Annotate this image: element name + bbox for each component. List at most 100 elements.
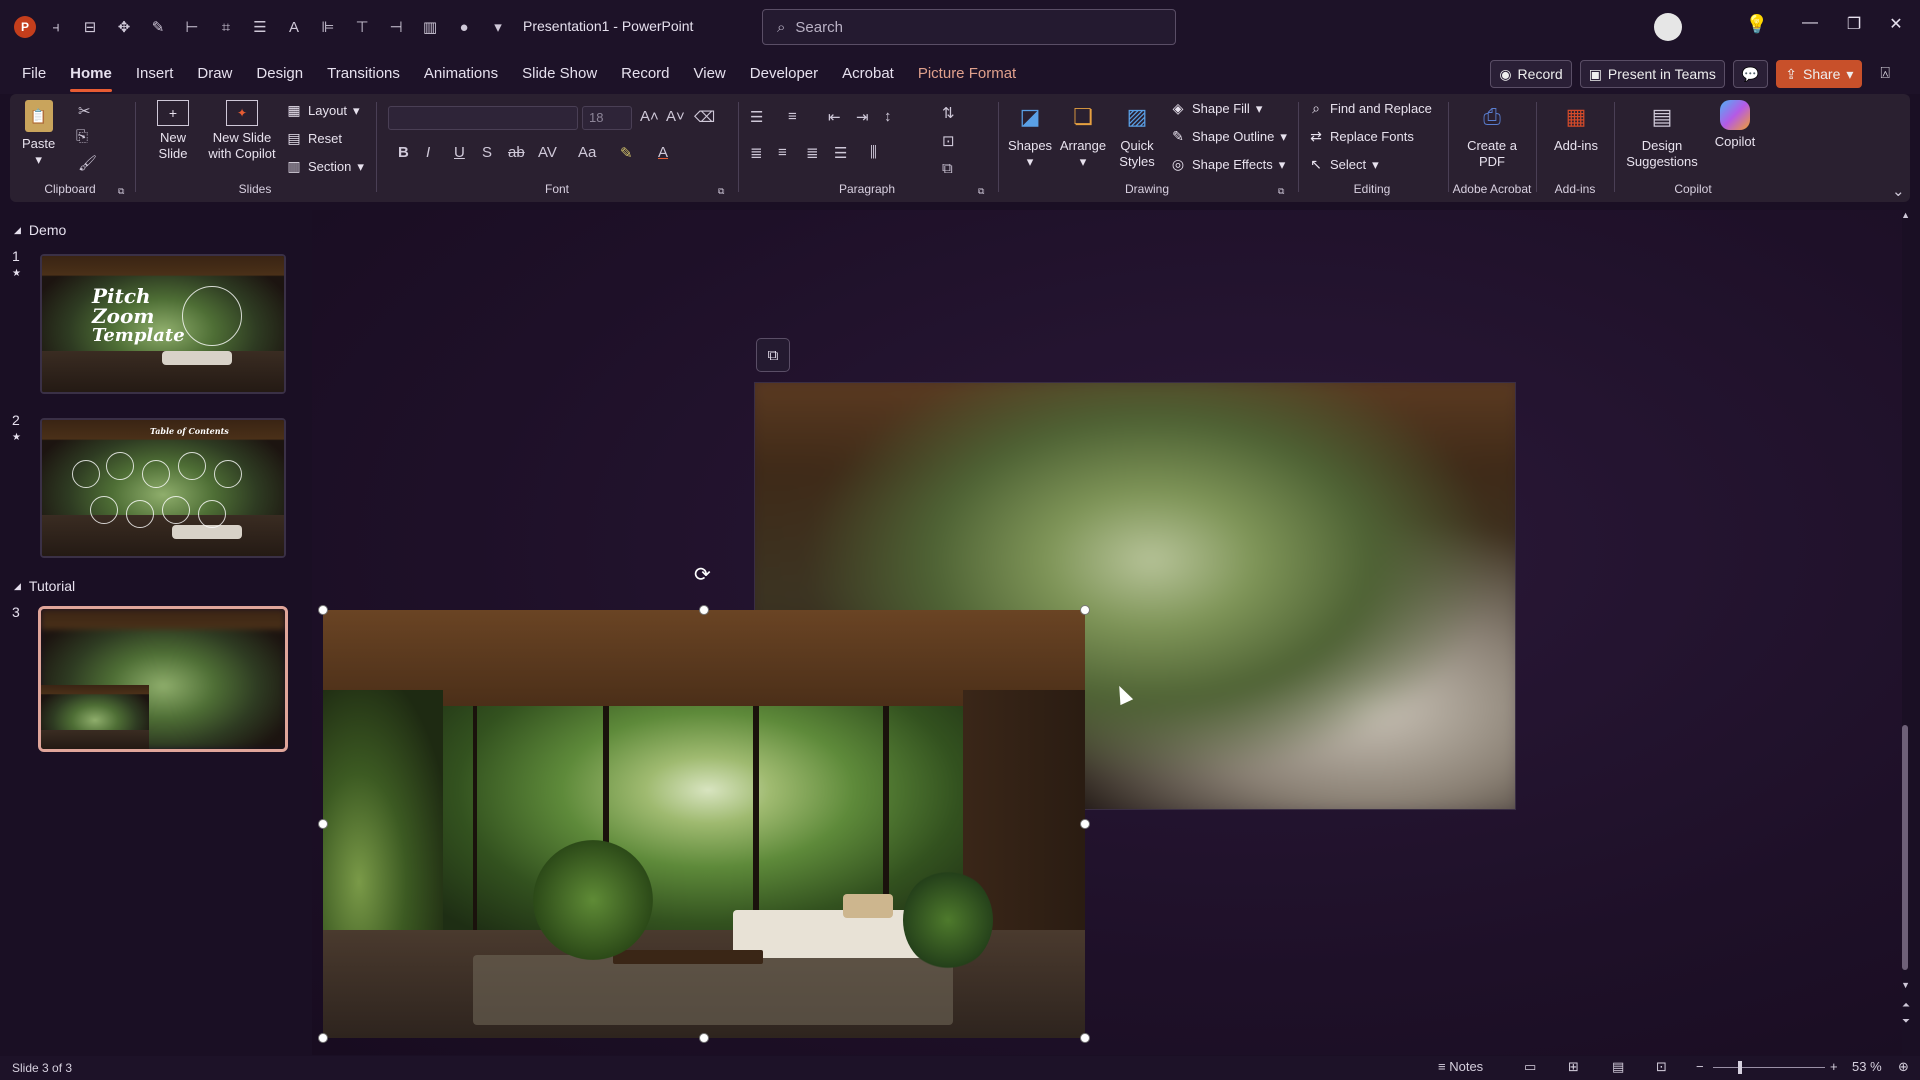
record-button[interactable]: ◉ Record bbox=[1490, 60, 1572, 88]
align-objects-icon[interactable]: ⊫ bbox=[314, 13, 342, 41]
close-icon[interactable]: ✕ bbox=[1886, 14, 1906, 34]
comments-button[interactable]: 💬 bbox=[1732, 60, 1769, 88]
shapes-button[interactable]: ◪ Shapes ▾ bbox=[1008, 100, 1052, 170]
zoom-link-icon[interactable]: ⧉ bbox=[756, 338, 790, 372]
normal-view-icon[interactable]: ▭ bbox=[1524, 1059, 1536, 1075]
smartart-icon[interactable]: ⧉ bbox=[942, 160, 953, 177]
tab-developer[interactable]: Developer bbox=[738, 54, 830, 94]
list-icon[interactable]: ☰ bbox=[246, 13, 274, 41]
text-icon[interactable]: A bbox=[280, 13, 308, 41]
search-input[interactable]: ⌕ Search bbox=[762, 9, 1176, 45]
numbering-icon[interactable]: ≡ bbox=[788, 108, 797, 125]
slide-thumbnail-3[interactable] bbox=[38, 606, 288, 752]
copilot-button[interactable]: Copilot bbox=[1708, 100, 1762, 150]
columns-icon[interactable]: ⫼ bbox=[870, 144, 877, 161]
align-icon[interactable]: ⫞ bbox=[42, 13, 70, 41]
selected-picture[interactable] bbox=[323, 610, 1085, 1038]
align-text-icon[interactable]: ⊡ bbox=[942, 132, 955, 150]
section-button[interactable]: ▥ Section ▾ bbox=[286, 158, 364, 175]
tab-design[interactable]: Design bbox=[244, 54, 315, 94]
shadow-icon[interactable]: S bbox=[482, 144, 492, 161]
layout-button[interactable]: ▦ Layout ▾ bbox=[286, 102, 359, 119]
crop-icon[interactable]: ⌗ bbox=[212, 13, 240, 41]
customize-qat-icon[interactable]: ▾ bbox=[484, 13, 512, 41]
new-slide-copilot-button[interactable]: ✦ New Slide with Copilot bbox=[202, 100, 282, 162]
shape-fill-button[interactable]: ◈ Shape Fill ▾ bbox=[1170, 100, 1263, 117]
shapes-dropdown-icon[interactable]: ● bbox=[450, 13, 478, 41]
shape-outline-button[interactable]: ✎ Shape Outline ▾ bbox=[1170, 128, 1287, 145]
format-painter-icon[interactable]: 🖌 bbox=[78, 154, 97, 172]
slide-thumbnail-1[interactable]: Pitch Zoom Template bbox=[40, 254, 286, 394]
align-left-icon[interactable]: ≣ bbox=[750, 144, 763, 162]
scroll-up-icon[interactable]: ▲ bbox=[1901, 210, 1910, 220]
resize-handle-ne[interactable] bbox=[1080, 605, 1090, 615]
section-demo[interactable]: ◢ Demo bbox=[14, 222, 66, 238]
decrease-indent-icon[interactable]: ⇤ bbox=[828, 108, 841, 126]
decrease-font-icon[interactable]: A˅ bbox=[666, 108, 685, 125]
align-top-icon[interactable]: ⊤ bbox=[348, 13, 376, 41]
avatar[interactable] bbox=[1654, 13, 1682, 41]
font-size-select[interactable]: 18 bbox=[582, 106, 632, 130]
zoom-slider-thumb[interactable] bbox=[1738, 1061, 1742, 1074]
previous-slide-icon[interactable]: ⏶ bbox=[1902, 1000, 1910, 1011]
new-slide-button[interactable]: + New Slide bbox=[148, 100, 198, 162]
tab-transitions[interactable]: Transitions bbox=[315, 54, 412, 94]
distribute-icon[interactable]: ⊟ bbox=[76, 13, 104, 41]
addins-button[interactable]: ▦ Add-ins bbox=[1548, 100, 1604, 154]
change-case-icon[interactable]: Aa bbox=[578, 144, 596, 161]
collapse-ribbon-icon[interactable]: ⌄ bbox=[1892, 182, 1905, 200]
tab-animations[interactable]: Animations bbox=[412, 54, 510, 94]
italic-icon[interactable]: I bbox=[426, 144, 430, 161]
justify-icon[interactable]: ☰ bbox=[834, 144, 847, 162]
cut-icon[interactable]: ✂ bbox=[78, 102, 91, 120]
paste-button[interactable]: 📋 Paste ▾ bbox=[22, 100, 55, 168]
line-spacing-icon[interactable]: ↕ bbox=[884, 108, 892, 125]
underline-icon[interactable]: U bbox=[454, 144, 465, 161]
coauthor-icon[interactable]: ⍓ bbox=[1880, 65, 1890, 83]
highlight-icon[interactable]: ✎ bbox=[620, 144, 633, 162]
design-suggestions-button[interactable]: ▤ Design Suggestions bbox=[1622, 100, 1702, 170]
resize-handle-n[interactable] bbox=[699, 605, 709, 615]
bullets-icon[interactable]: ☰ bbox=[750, 108, 763, 126]
share-button[interactable]: ⇪ Share ▾ bbox=[1776, 60, 1863, 88]
slide-thumbnail-2[interactable]: Table of Contents bbox=[40, 418, 286, 558]
shape-effects-button[interactable]: ◎ Shape Effects ▾ bbox=[1170, 156, 1285, 173]
resize-handle-sw[interactable] bbox=[318, 1033, 328, 1043]
increase-font-icon[interactable]: A˄ bbox=[640, 108, 659, 125]
fit-to-window-icon[interactable]: ⊕ bbox=[1898, 1059, 1909, 1075]
pen-icon[interactable]: ✎ bbox=[144, 13, 172, 41]
align-right-icon[interactable]: ⊣ bbox=[382, 13, 410, 41]
minimize-icon[interactable]: — bbox=[1800, 14, 1820, 32]
resize-handle-w[interactable] bbox=[318, 819, 328, 829]
restore-icon[interactable]: ❐ bbox=[1844, 14, 1864, 34]
dialog-launcher-icon[interactable]: ⧉ bbox=[718, 186, 724, 197]
dialog-launcher-icon[interactable]: ⧉ bbox=[978, 186, 984, 197]
scrollbar-thumb[interactable] bbox=[1902, 725, 1908, 970]
next-slide-icon[interactable]: ⏷ bbox=[1902, 1016, 1910, 1027]
tab-draw[interactable]: Draw bbox=[185, 54, 244, 94]
zoom-in-icon[interactable]: + bbox=[1830, 1059, 1838, 1074]
resize-handle-e[interactable] bbox=[1080, 819, 1090, 829]
zoom-out-icon[interactable]: − bbox=[1696, 1059, 1704, 1074]
tab-acrobat[interactable]: Acrobat bbox=[830, 54, 906, 94]
bold-icon[interactable]: B bbox=[398, 144, 409, 161]
zoom-slider[interactable] bbox=[1713, 1067, 1825, 1068]
scroll-down-icon[interactable]: ▼ bbox=[1901, 980, 1910, 990]
reset-button[interactable]: ▤ Reset bbox=[286, 130, 342, 147]
align-left-icon[interactable]: ⊢ bbox=[178, 13, 206, 41]
tab-home[interactable]: Home bbox=[58, 54, 124, 94]
align-right-icon[interactable]: ≣ bbox=[806, 144, 819, 162]
increase-indent-icon[interactable]: ⇥ bbox=[856, 108, 869, 126]
lightbulb-icon[interactable]: 💡 bbox=[1746, 14, 1768, 35]
tab-record[interactable]: Record bbox=[609, 54, 681, 94]
tab-insert[interactable]: Insert bbox=[124, 54, 186, 94]
character-spacing-icon[interactable]: AV bbox=[538, 144, 557, 161]
font-color-icon[interactable]: A bbox=[658, 144, 668, 161]
tab-view[interactable]: View bbox=[682, 54, 738, 94]
create-pdf-button[interactable]: ⎙ Create a PDF bbox=[1462, 100, 1522, 170]
replace-fonts-button[interactable]: ⇄ Replace Fonts bbox=[1308, 128, 1414, 145]
resize-handle-se[interactable] bbox=[1080, 1033, 1090, 1043]
font-name-select[interactable] bbox=[388, 106, 578, 130]
reading-view-icon[interactable]: ▤ bbox=[1612, 1059, 1624, 1075]
tab-picture-format[interactable]: Picture Format bbox=[906, 54, 1028, 94]
